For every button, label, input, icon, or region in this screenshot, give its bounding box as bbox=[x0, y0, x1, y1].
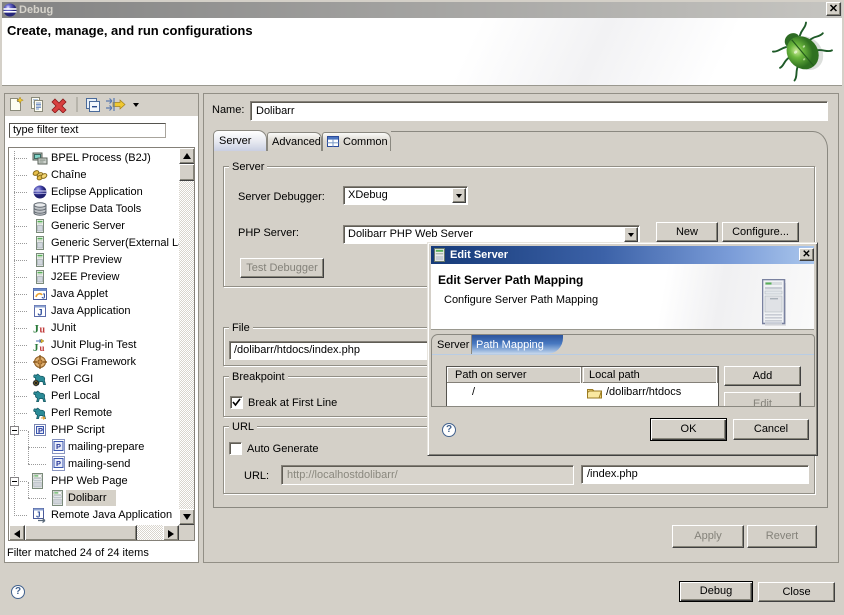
svg-text:J: J bbox=[33, 342, 39, 353]
svg-text:u: u bbox=[40, 325, 46, 336]
svg-text:J: J bbox=[42, 294, 46, 301]
svg-text:J: J bbox=[36, 511, 40, 520]
svg-text:P: P bbox=[38, 426, 43, 435]
svg-text:J: J bbox=[38, 308, 43, 318]
svg-text:P: P bbox=[56, 459, 61, 468]
svg-text:u: u bbox=[40, 343, 45, 353]
svg-text:J: J bbox=[33, 322, 39, 336]
svg-text:P: P bbox=[56, 442, 61, 451]
